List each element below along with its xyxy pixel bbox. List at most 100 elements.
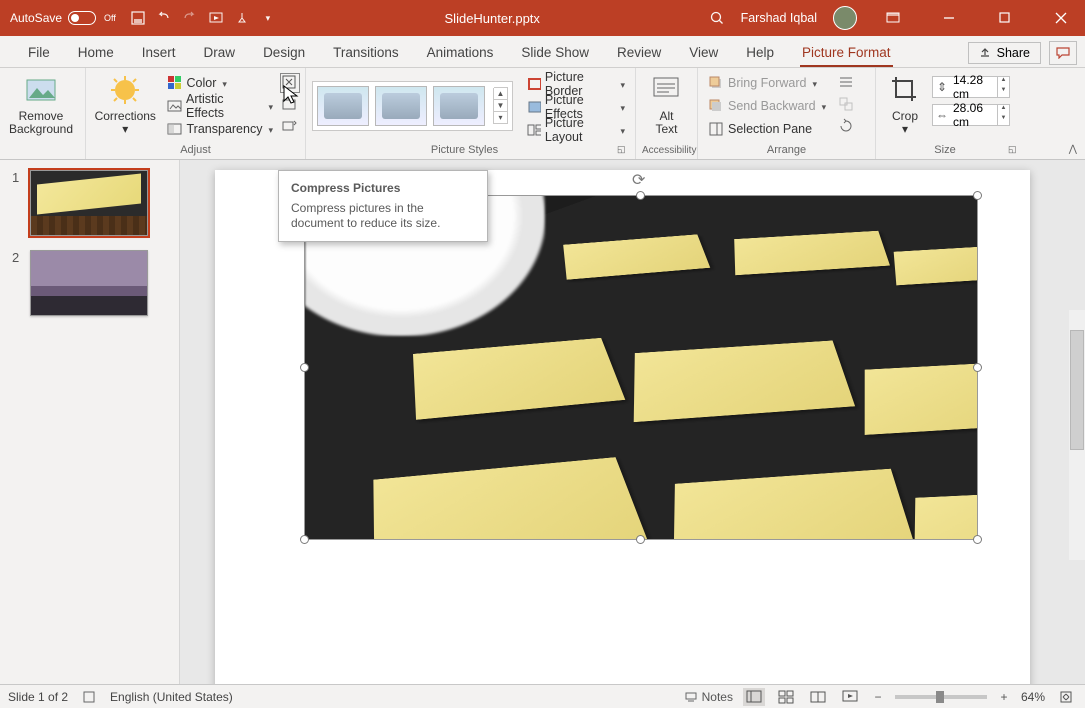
- selection-pane-button[interactable]: Selection Pane: [704, 118, 830, 140]
- comments-button[interactable]: [1049, 41, 1077, 65]
- fit-to-window-icon[interactable]: [1055, 688, 1077, 706]
- tab-view[interactable]: View: [675, 39, 732, 67]
- style-thumb[interactable]: [375, 86, 427, 126]
- slideshow-view-icon[interactable]: [839, 688, 861, 706]
- adjust-group-label: Adjust: [92, 142, 299, 159]
- vertical-scrollbar[interactable]: [1069, 310, 1085, 560]
- picture-border-button[interactable]: Picture Border: [523, 73, 629, 95]
- zoom-out-button[interactable]: −: [871, 690, 885, 704]
- resize-handle[interactable]: [973, 535, 982, 544]
- accessibility-check-icon[interactable]: [82, 690, 96, 704]
- minimize-icon[interactable]: [929, 0, 969, 36]
- crop-button[interactable]: Crop▾: [882, 70, 928, 136]
- corrections-icon: [109, 74, 141, 106]
- tab-home[interactable]: Home: [64, 39, 128, 67]
- tab-draw[interactable]: Draw: [190, 39, 250, 67]
- maximize-icon[interactable]: [985, 0, 1025, 36]
- width-down[interactable]: ▼: [998, 115, 1009, 125]
- document-title: SlideHunter.pptx: [276, 11, 709, 26]
- collapse-ribbon-icon[interactable]: ⋀: [1069, 144, 1077, 155]
- height-down[interactable]: ▼: [998, 87, 1009, 97]
- corrections-button[interactable]: Corrections▾: [92, 70, 159, 136]
- resize-handle[interactable]: [300, 363, 309, 372]
- resize-handle[interactable]: [973, 363, 982, 372]
- border-icon: [527, 76, 541, 92]
- redo-icon[interactable]: [182, 10, 198, 26]
- ribbon-display-options-icon[interactable]: [873, 0, 913, 36]
- height-field[interactable]: ⇕ 14.28 cm ▲▼: [932, 76, 1010, 98]
- close-icon[interactable]: [1041, 0, 1081, 36]
- alt-text-button[interactable]: Alt Text: [642, 70, 691, 136]
- share-button[interactable]: Share: [968, 42, 1041, 64]
- autosave-toggle[interactable]: AutoSave Off: [10, 11, 116, 25]
- reset-picture-button[interactable]: [281, 118, 299, 136]
- notes-button[interactable]: Notes: [684, 688, 733, 706]
- send-backward-button[interactable]: Send Backward: [704, 95, 830, 117]
- slide-thumbnail-2[interactable]: [30, 250, 148, 316]
- reading-view-icon[interactable]: [807, 688, 829, 706]
- resize-handle[interactable]: [636, 535, 645, 544]
- remove-background-button[interactable]: Remove Background: [6, 70, 76, 136]
- resize-handle[interactable]: [636, 191, 645, 200]
- from-beginning-icon[interactable]: [208, 10, 224, 26]
- save-icon[interactable]: [130, 10, 146, 26]
- slide-sorter-icon[interactable]: [775, 688, 797, 706]
- avatar[interactable]: [833, 6, 857, 30]
- send-backward-icon: [708, 98, 724, 114]
- qat-more-icon[interactable]: ▾: [260, 10, 276, 26]
- zoom-percent[interactable]: 64%: [1021, 690, 1045, 704]
- resize-handle[interactable]: [973, 191, 982, 200]
- status-bar: Slide 1 of 2 English (United States) Not…: [0, 684, 1085, 708]
- width-up[interactable]: ▲: [998, 105, 1009, 115]
- title-bar: AutoSave Off ▾ SlideHunter.pptx Farshad …: [0, 0, 1085, 36]
- selection-outline: ⟳: [304, 195, 978, 540]
- tab-picture-format[interactable]: Picture Format: [788, 39, 905, 67]
- color-button[interactable]: Color: [163, 72, 278, 94]
- touch-mode-icon[interactable]: [234, 10, 250, 26]
- acc-group-label: Accessibility: [642, 143, 696, 159]
- layout-icon: [527, 122, 541, 138]
- align-button[interactable]: [838, 74, 856, 92]
- undo-icon[interactable]: [156, 10, 172, 26]
- slide-indicator[interactable]: Slide 1 of 2: [8, 690, 68, 704]
- zoom-slider[interactable]: [895, 695, 987, 699]
- zoom-in-button[interactable]: +: [997, 690, 1011, 704]
- tab-design[interactable]: Design: [249, 39, 319, 67]
- width-field[interactable]: ⇔ 28.06 cm ▲▼: [932, 104, 1010, 126]
- width-icon: ⇔: [933, 108, 951, 122]
- user-name: Farshad Iqbal: [741, 11, 817, 25]
- rotate-button[interactable]: [838, 118, 856, 136]
- style-thumb[interactable]: [433, 86, 485, 126]
- bring-forward-button[interactable]: Bring Forward: [704, 72, 830, 94]
- slide-thumbnail-1[interactable]: [30, 170, 148, 236]
- autosave-off-text: Off: [104, 13, 116, 23]
- picture-effects-button[interactable]: Picture Effects: [523, 96, 629, 118]
- styles-dialog-launcher[interactable]: ◱: [617, 144, 629, 156]
- tab-animations[interactable]: Animations: [413, 39, 508, 67]
- search-icon[interactable]: [709, 10, 725, 26]
- artistic-effects-button[interactable]: Artistic Effects: [163, 95, 278, 117]
- normal-view-icon[interactable]: [743, 688, 765, 706]
- size-dialog-launcher[interactable]: ◱: [1008, 144, 1020, 156]
- resize-handle[interactable]: [300, 535, 309, 544]
- picture-layout-button[interactable]: Picture Layout: [523, 119, 629, 141]
- picture-styles-gallery[interactable]: ▲ ▼ ▾: [312, 81, 513, 131]
- group-button[interactable]: [838, 96, 856, 114]
- gallery-scroll: ▲ ▼ ▾: [493, 88, 508, 124]
- tab-help[interactable]: Help: [732, 39, 788, 67]
- transparency-button[interactable]: Transparency: [163, 118, 278, 140]
- tab-insert[interactable]: Insert: [128, 39, 190, 67]
- tab-file[interactable]: File: [14, 39, 64, 67]
- tab-transitions[interactable]: Transitions: [319, 39, 413, 67]
- workspace: 1 2 ⟳: [0, 160, 1085, 684]
- gallery-more-icon[interactable]: ▾: [494, 111, 508, 124]
- scrollbar-thumb[interactable]: [1070, 330, 1084, 450]
- language-indicator[interactable]: English (United States): [110, 690, 233, 704]
- rotate-handle-icon[interactable]: ⟳: [632, 170, 650, 188]
- tab-review[interactable]: Review: [603, 39, 675, 67]
- group-picture-styles: ▲ ▼ ▾ Picture Border Picture Effects Pic…: [306, 68, 636, 159]
- height-up[interactable]: ▲: [998, 77, 1009, 87]
- style-thumb[interactable]: [317, 86, 369, 126]
- tooltip-title: Compress Pictures: [291, 181, 475, 195]
- tab-slide-show[interactable]: Slide Show: [507, 39, 603, 67]
